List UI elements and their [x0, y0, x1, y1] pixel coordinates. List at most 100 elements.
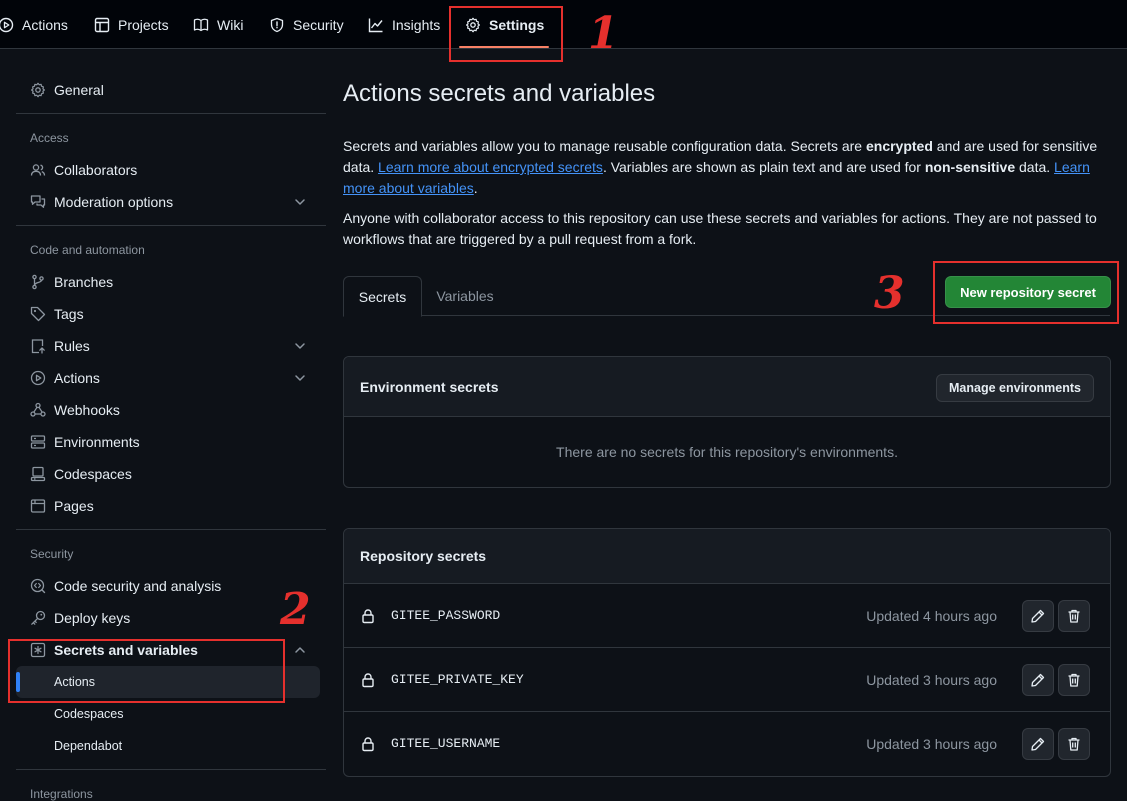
sidebar-item-label: Webhooks — [54, 402, 120, 418]
sidebar-item-label: Rules — [54, 338, 90, 354]
sidebar-item-secrets-and-variables[interactable]: Secrets and variables — [16, 634, 320, 666]
sidebar-divider — [16, 769, 326, 770]
sidebar-item-label: Codespaces — [54, 466, 132, 482]
sidebar-item-codespaces[interactable]: Codespaces — [16, 458, 320, 490]
sidebar-item-environments[interactable]: Environments — [16, 426, 320, 458]
key-icon — [31, 610, 46, 625]
nav-tab-label: Actions — [22, 16, 68, 33]
chevron-down-icon — [295, 375, 305, 381]
sidebar-item-label: Collaborators — [54, 162, 138, 178]
tab-secrets[interactable]: Secrets — [343, 276, 422, 317]
codespaces-icon — [30, 466, 46, 482]
graph-icon — [368, 18, 383, 32]
intro-bold-non-sensitive: non-sensitive — [924, 159, 1016, 175]
environment-secrets-header: Environment secrets Manage environments — [344, 357, 1110, 417]
sidebar-item-collaborators[interactable]: Collaborators — [16, 154, 320, 186]
tab-label: Secrets — [358, 288, 407, 305]
active-tab-underline — [459, 46, 549, 48]
people-icon — [30, 164, 46, 176]
lock-icon — [362, 609, 374, 624]
lock-icon — [362, 737, 374, 752]
webhook-icon — [30, 402, 46, 417]
edit-secret-button[interactable] — [1022, 664, 1054, 696]
pencil-icon — [1031, 737, 1045, 751]
sidebar-item-label: Pages — [54, 498, 94, 514]
nav-tab-label: Settings — [489, 16, 545, 33]
play-icon — [0, 17, 14, 32]
edit-secret-button[interactable] — [1022, 728, 1054, 760]
secret-row: GITEE_USERNAME Updated 3 hours ago — [344, 712, 1110, 776]
edit-secret-button[interactable] — [1022, 600, 1054, 632]
git-branch-icon — [32, 274, 44, 290]
sidebar-item-label: Tags — [54, 306, 84, 322]
play-icon — [30, 370, 46, 386]
sidebar-item-label: Environments — [54, 434, 140, 450]
comment-discussion-icon — [30, 195, 46, 208]
nav-tab-label: Security — [293, 16, 344, 33]
tab-variables[interactable]: Variables — [422, 276, 508, 316]
intro-bold-encrypted: encrypted — [865, 138, 933, 154]
nav-tab-settings[interactable]: Settings — [465, 0, 544, 49]
sidebar-divider — [16, 225, 326, 226]
empty-state-message: There are no secrets for this repository… — [556, 444, 898, 460]
sidebar-heading-integrations: Integrations — [30, 787, 93, 801]
delete-secret-button[interactable] — [1058, 664, 1090, 696]
sidebar-subitem-dependabot[interactable]: Dependabot — [16, 730, 320, 762]
sidebar-item-moderation[interactable]: Moderation options — [16, 186, 320, 218]
sidebar-item-deploy-keys[interactable]: Deploy keys — [16, 602, 320, 634]
sidebar-item-label: Code security and analysis — [54, 578, 222, 594]
annotation-number-1: 1 — [588, 8, 619, 59]
page-title: Actions secrets and variables — [343, 80, 656, 107]
intro-paragraph: Secrets and variables allow you to manag… — [343, 136, 1113, 199]
intro-text: . Variables are shown as plain text and … — [602, 159, 925, 175]
sidebar-item-rules[interactable]: Rules — [16, 330, 320, 362]
nav-tab-label: Wiki — [217, 16, 244, 33]
nav-tab-security[interactable]: Security — [269, 0, 344, 49]
sidebar-item-webhooks[interactable]: Webhooks — [16, 394, 320, 426]
settings-sidebar: General Access Collaborators Moderation … — [0, 49, 330, 801]
sidebar-heading-code-automation: Code and automation — [30, 243, 145, 257]
sidebar-item-tags[interactable]: Tags — [16, 298, 320, 330]
asterisk-icon — [30, 642, 46, 658]
delete-secret-button[interactable] — [1058, 600, 1090, 632]
tab-label: Variables — [436, 288, 494, 304]
sidebar-item-label: Secrets and variables — [54, 642, 198, 658]
nav-tab-insights[interactable]: Insights — [368, 0, 440, 49]
sidebar-subitem-codespaces[interactable]: Codespaces — [16, 698, 320, 730]
codescan-icon — [30, 578, 46, 594]
lock-icon — [362, 673, 374, 688]
sidebar-subitem-actions[interactable]: Actions — [16, 666, 320, 698]
trash-icon — [1068, 737, 1080, 751]
shield-icon — [270, 17, 284, 32]
secret-updated: Updated 4 hours ago — [866, 608, 997, 624]
nav-tab-projects[interactable]: Projects — [94, 0, 169, 49]
repo-top-nav: Actions Projects Wiki Security Insights … — [0, 0, 1127, 49]
sidebar-item-label: Codespaces — [54, 707, 124, 721]
secret-row: GITEE_PASSWORD Updated 4 hours ago — [344, 584, 1110, 648]
nav-tab-wiki[interactable]: Wiki — [193, 0, 243, 49]
nav-tab-label: Projects — [118, 16, 169, 33]
secret-name: GITEE_USERNAME — [391, 736, 501, 751]
sidebar-item-label: Moderation options — [54, 194, 174, 210]
sidebar-item-label: Deploy keys — [54, 610, 131, 626]
sidebar-item-branches[interactable]: Branches — [16, 266, 320, 298]
tag-icon — [30, 306, 46, 322]
sidebar-divider — [16, 113, 326, 114]
repository-secrets-header: Repository secrets — [344, 529, 1110, 584]
delete-secret-button[interactable] — [1058, 728, 1090, 760]
secret-updated: Updated 3 hours ago — [866, 736, 997, 752]
sidebar-item-pages[interactable]: Pages — [16, 490, 320, 522]
nav-tab-actions[interactable]: Actions — [0, 0, 68, 49]
learn-more-secrets-link[interactable]: Learn more about encrypted secrets — [378, 159, 603, 175]
manage-environments-button[interactable]: Manage environments — [936, 374, 1094, 402]
sidebar-item-label: Branches — [54, 274, 114, 290]
sidebar-item-general[interactable]: General — [16, 74, 320, 106]
sidebar-item-code-security[interactable]: Code security and analysis — [16, 570, 320, 602]
sidebar-item-actions[interactable]: Actions — [16, 362, 320, 394]
repo-push-icon — [31, 339, 45, 354]
trash-icon — [1068, 609, 1080, 623]
annotation-number-3: 3 — [874, 268, 905, 319]
repository-secrets-box: Repository secrets GITEE_PASSWORD Update… — [343, 528, 1111, 777]
new-repository-secret-button[interactable]: New repository secret — [945, 276, 1111, 308]
server-icon — [30, 435, 46, 449]
